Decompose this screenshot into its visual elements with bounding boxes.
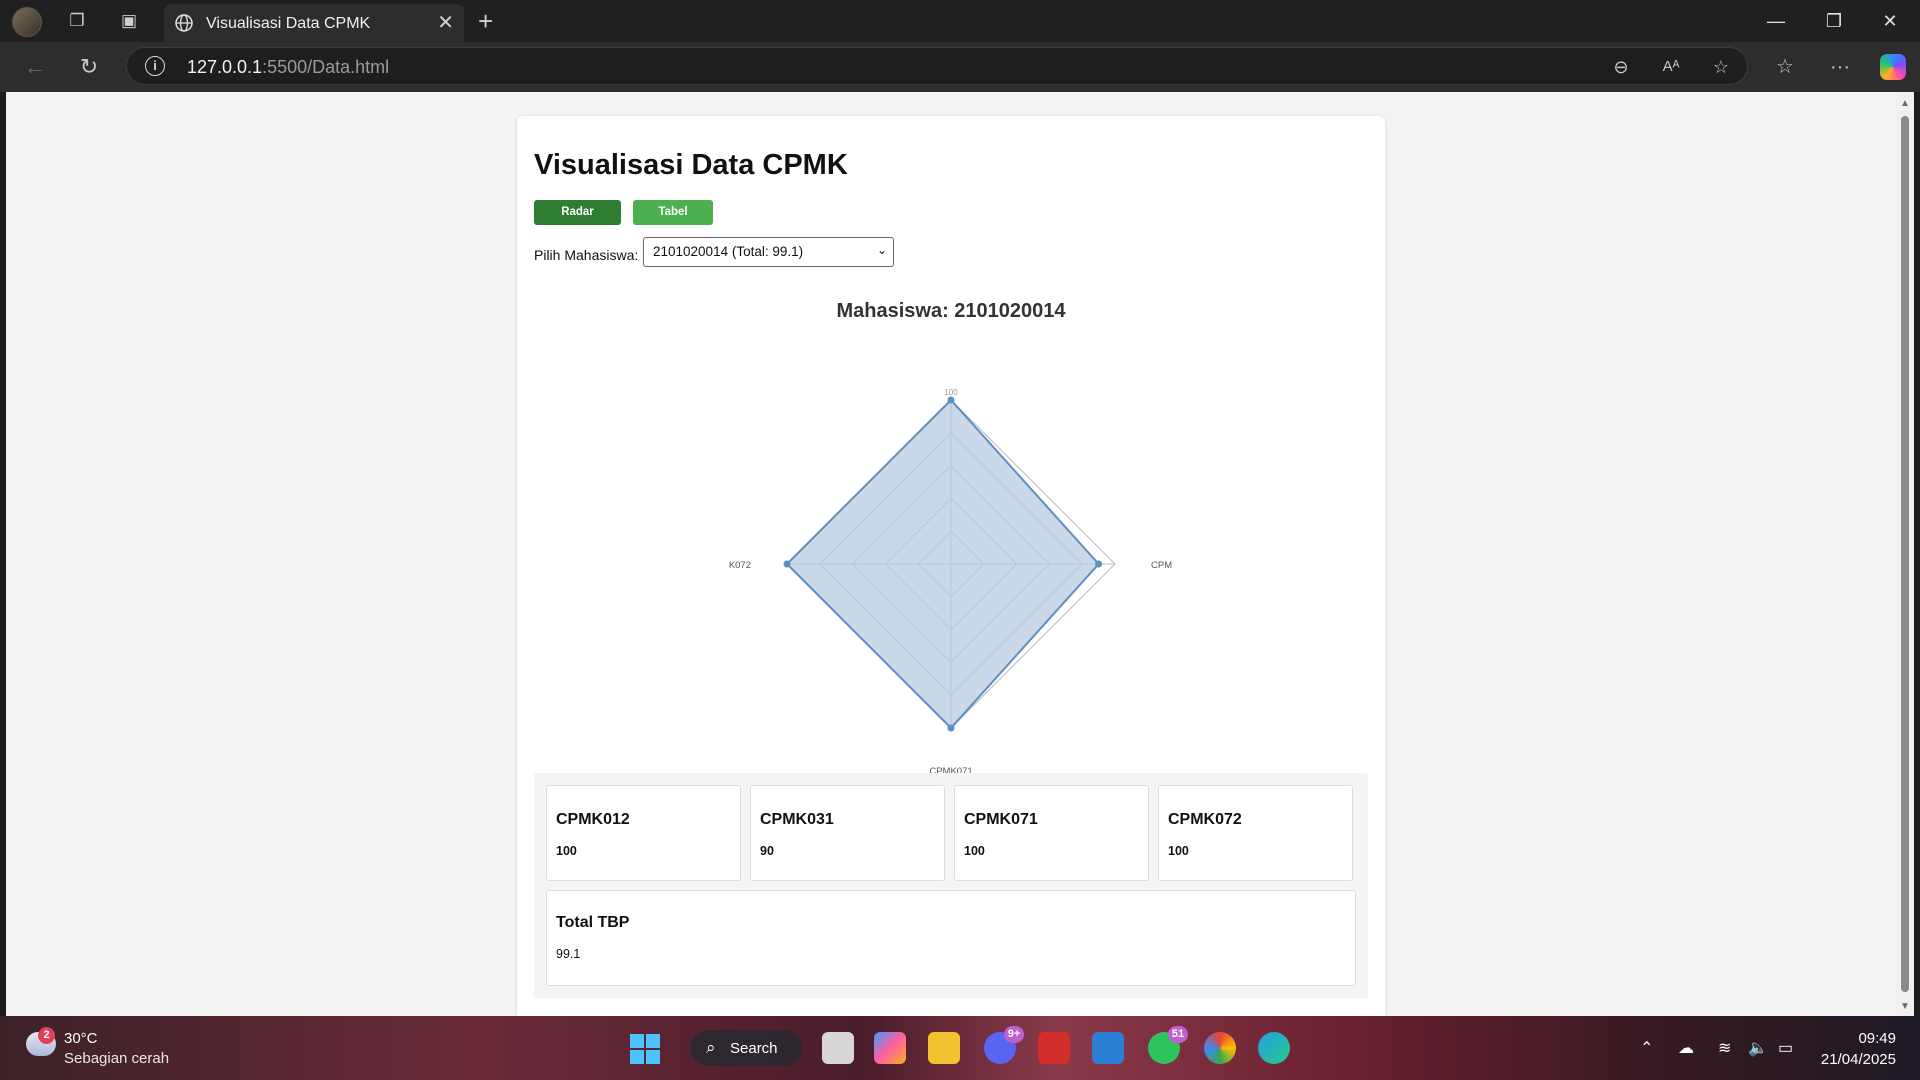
refresh-icon[interactable]: ↻ — [74, 52, 104, 82]
new-tab-icon[interactable]: + — [478, 6, 493, 36]
battery-icon[interactable]: ▭ — [1778, 1038, 1793, 1058]
copilot-app-icon[interactable] — [874, 1032, 906, 1064]
browser-toolbar: ← ↻ i 127.0.0.1:5500/Data.html ⊖ Aᴬ ☆ ☆ … — [0, 42, 1920, 92]
stat-name: CPMK031 — [760, 811, 834, 828]
stat-value: 90 — [760, 844, 774, 858]
vertical-scrollbar[interactable]: ▲ ▼ — [1896, 92, 1914, 1016]
tab-active[interactable]: Visualisasi Data CPMK ✕ — [164, 4, 464, 42]
taskbar-search[interactable]: ⌕ Search — [690, 1030, 802, 1066]
chevron-down-icon: ⌄ — [876, 243, 887, 257]
radar-data-point — [783, 560, 791, 568]
radar-data-point — [947, 724, 955, 732]
globe-icon — [175, 14, 193, 32]
radar-series — [783, 396, 1103, 732]
site-info-icon[interactable]: i — [145, 56, 165, 76]
total-name: Total TBP — [556, 914, 630, 931]
stat-card: CPMK072 100 — [1158, 785, 1353, 881]
edge-icon[interactable] — [1258, 1032, 1290, 1064]
scroll-down-icon[interactable]: ▼ — [1899, 1001, 1911, 1012]
radar-data-point — [947, 396, 955, 404]
tab-title: Visualisasi Data CPMK — [206, 15, 371, 32]
restore-icon[interactable]: ❐ — [1814, 8, 1854, 34]
total-card: Total TBP 99.1 — [546, 890, 1356, 986]
weather-description[interactable]: Sebagian cerah — [64, 1050, 169, 1067]
radar-axis-label: K072 — [729, 560, 751, 571]
search-icon: ⌕ — [706, 1038, 716, 1057]
stat-name: CPMK072 — [1168, 811, 1242, 828]
stat-name: CPMK071 — [964, 811, 1038, 828]
total-value: 99.1 — [556, 947, 581, 961]
zoom-out-icon[interactable]: ⊖ — [1609, 55, 1633, 79]
scroll-thumb[interactable] — [1901, 116, 1909, 992]
student-select[interactable]: 2101020014 (Total: 99.1) ⌄ — [643, 237, 894, 267]
stat-value: 100 — [1168, 844, 1189, 858]
scroll-up-icon[interactable]: ▲ — [1899, 98, 1911, 109]
workspaces-icon[interactable]: ❐ — [64, 9, 90, 33]
favorite-star-icon[interactable]: ☆ — [1709, 55, 1733, 79]
weather-badge: 2 — [38, 1027, 55, 1044]
close-tab-icon[interactable]: ✕ — [437, 11, 454, 35]
page-title: Visualisasi Data CPMK — [534, 149, 848, 181]
taskbar: 2 30°C Sebagian cerah ⌕ Search 9+ 51 ⌃ ☁… — [0, 1016, 1920, 1080]
whatsapp-badge: 51 — [1168, 1026, 1188, 1043]
vscode-icon[interactable] — [1092, 1032, 1124, 1064]
more-options-icon[interactable]: ··· — [1825, 52, 1855, 82]
radar-data-point — [1095, 560, 1103, 568]
stat-value: 100 — [556, 844, 577, 858]
table-data-button[interactable]: Tabel Data — [633, 200, 713, 243]
cloud-icon[interactable]: ☁ — [1678, 1038, 1694, 1058]
address-bar[interactable]: i 127.0.0.1:5500/Data.html ⊖ Aᴬ ☆ — [126, 47, 1748, 85]
clock-time[interactable]: 09:49 — [1820, 1030, 1896, 1047]
profile-avatar[interactable] — [12, 7, 42, 37]
stat-card: CPMK071 100 — [954, 785, 1149, 881]
radar-scale-tick: 100 — [944, 388, 958, 397]
chevron-up-icon[interactable]: ⌃ — [1640, 1038, 1653, 1058]
minimize-icon[interactable]: — — [1756, 8, 1796, 34]
main-container: Visualisasi Data CPMK Radar Chart Tabel … — [517, 116, 1385, 1036]
radar-data-area — [785, 398, 1100, 730]
search-label: Search — [730, 1040, 778, 1057]
read-aloud-icon[interactable]: Aᴬ — [1659, 55, 1683, 79]
vertical-tabs-icon[interactable]: ▣ — [116, 9, 142, 33]
student-select-label: Pilih Mahasiswa: — [534, 247, 639, 263]
back-icon[interactable]: ← — [20, 52, 50, 82]
browser-title-bar: ❐ ▣ Visualisasi Data CPMK ✕ + — ❐ ✕ — [0, 0, 1920, 42]
chart-title: Mahasiswa: 2101020014 — [836, 300, 1066, 322]
chrome-icon[interactable] — [1204, 1032, 1236, 1064]
radar-chart-button[interactable]: Radar Chart — [534, 200, 621, 243]
stat-card: CPMK031 90 — [750, 785, 945, 881]
page-viewport: Visualisasi Data CPMK Radar Chart Tabel … — [6, 92, 1904, 1036]
discord-icon[interactable]: 9+ — [984, 1026, 1024, 1064]
task-view-icon[interactable] — [822, 1032, 854, 1064]
radar-chart: 100CPMCPMK071K072 — [729, 388, 1172, 777]
stat-name: CPMK012 — [556, 811, 630, 828]
stat-card: CPMK012 100 — [546, 785, 741, 881]
radar-axis-label: CPM — [1151, 560, 1172, 571]
file-explorer-icon[interactable] — [928, 1032, 960, 1064]
copilot-icon[interactable] — [1880, 54, 1906, 80]
favorites-icon[interactable]: ☆ — [1770, 52, 1800, 82]
volume-icon[interactable]: 🔈 — [1748, 1038, 1768, 1058]
stat-value: 100 — [964, 844, 985, 858]
stats-panel: CPMK012 100 CPMK031 90 CPMK071 100 CPMK0… — [534, 773, 1368, 998]
clock-date[interactable]: 21/04/2025 — [1810, 1051, 1896, 1068]
weather-temperature[interactable]: 30°C — [64, 1030, 98, 1047]
close-window-icon[interactable]: ✕ — [1870, 8, 1910, 34]
discord-badge: 9+ — [1004, 1026, 1024, 1043]
wifi-icon[interactable]: ≋ — [1718, 1038, 1731, 1058]
url-text[interactable]: 127.0.0.1:5500/Data.html — [187, 57, 389, 78]
pdf-reader-icon[interactable] — [1038, 1032, 1070, 1064]
windows-start-icon[interactable] — [630, 1034, 660, 1064]
whatsapp-icon[interactable]: 51 — [1148, 1026, 1188, 1064]
student-select-value: 2101020014 (Total: 99.1) — [653, 244, 804, 259]
